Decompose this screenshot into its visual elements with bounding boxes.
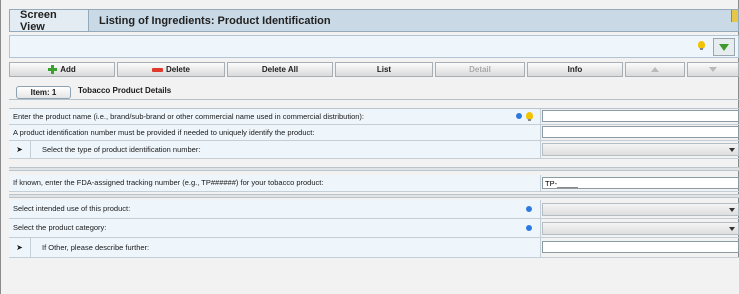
tracking-input[interactable] [542,177,739,189]
form-bottom-area [9,258,739,294]
intended-use-select[interactable] [542,203,739,216]
download-icon [719,43,729,51]
tracking-label: If known, enter the FDA-assigned trackin… [9,175,541,191]
expand-toggle[interactable]: ➤ [9,141,31,158]
arrow-down-icon [709,67,717,72]
list-button[interactable]: List [335,62,433,77]
row-product-id-note: A product identification number must be … [9,125,739,141]
category-select[interactable] [542,222,739,235]
chevron-down-icon [729,148,735,152]
move-up-button[interactable] [625,62,685,77]
info-button[interactable]: Info [527,62,623,77]
chevron-down-icon [729,208,735,212]
row-intended-use: Select intended use of this product: [9,200,739,219]
delete-all-button[interactable]: Delete All [227,62,333,77]
add-label: Add [60,65,76,74]
item-title: Tobacco Product Details [78,86,172,95]
category-label: Select the product category: [9,219,541,237]
detail-button[interactable]: Detail [435,62,525,77]
id-type-label: Select the type of product identificatio… [9,141,541,158]
add-button[interactable]: Add [9,62,115,77]
product-name-label: Enter the product name (i.e., brand/sub-… [9,109,541,124]
corner-marker [731,10,738,22]
product-id-input[interactable] [542,126,739,138]
page-title: Listing of Ingredients: Product Identifi… [99,14,331,27]
info-dot-icon[interactable] [526,225,532,231]
section-gap [9,167,739,171]
lightbulb-icon[interactable] [698,41,705,50]
other-describe-input[interactable] [542,241,739,253]
delete-button[interactable]: Delete [117,62,225,77]
download-button[interactable] [713,38,735,56]
arrow-right-icon: ➤ [16,243,23,252]
sub-toolbar [9,35,739,58]
row-tracking: If known, enter the FDA-assigned trackin… [9,175,739,192]
tab-screen-view[interactable]: Screen View [10,9,89,33]
other-describe-label: If Other, please describe further: [9,238,541,257]
item-header: Item: 1 Tobacco Product Details [9,82,739,100]
row-id-type: Select the type of product identificatio… [9,141,739,159]
minus-icon [151,67,163,72]
item-tab[interactable]: Item: 1 [16,86,71,99]
chevron-down-icon [729,227,735,231]
lightbulb-icon[interactable] [526,112,533,121]
row-other-describe: If Other, please describe further: ➤ [9,238,739,258]
product-id-note-label: A product identification number must be … [9,125,541,140]
plus-icon [48,65,58,74]
info-dot-icon[interactable] [526,206,532,212]
row-product-name: Enter the product name (i.e., brand/sub-… [9,109,739,125]
move-down-button[interactable] [687,62,739,77]
intended-use-label: Select intended use of this product: [9,200,541,218]
info-dot-icon[interactable] [516,113,522,119]
arrow-right-icon: ➤ [16,145,23,154]
action-toolbar: Add Delete Delete All List Detail Info [9,62,739,77]
product-name-input[interactable] [542,110,739,122]
header-bar: Screen View Listing of Ingredients: Prod… [9,9,739,33]
expand-toggle[interactable]: ➤ [9,238,31,257]
section-gap [9,194,739,198]
id-type-select[interactable] [542,143,739,156]
delete-label: Delete [165,65,190,74]
row-category: Select the product category: [9,219,739,238]
arrow-up-icon [651,67,659,72]
